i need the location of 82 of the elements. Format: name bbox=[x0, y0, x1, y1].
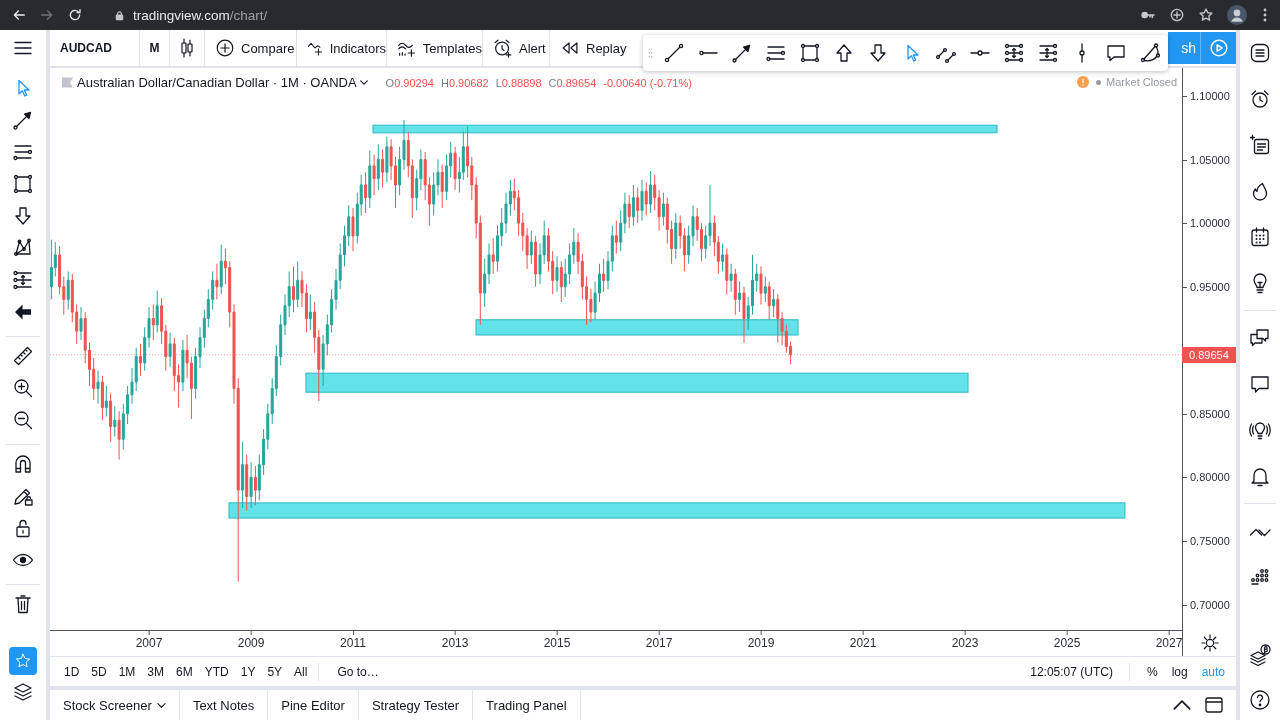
zoom-out-icon[interactable] bbox=[11, 408, 35, 432]
level-lines-icon[interactable] bbox=[1002, 41, 1026, 65]
clock-text: 12:05:07 (UTC) bbox=[1030, 664, 1113, 679]
axis-label: 2011 bbox=[340, 631, 366, 650]
change-value: -0.00640 (-0.71%) bbox=[603, 76, 692, 89]
reload-icon[interactable] bbox=[67, 7, 83, 23]
caret-down-icon[interactable] bbox=[359, 80, 368, 85]
range-button[interactable]: 1D bbox=[58, 657, 86, 686]
axis-label: 2021 bbox=[849, 631, 877, 650]
back-icon[interactable] bbox=[11, 7, 27, 23]
axis-label: 0.70000 bbox=[1183, 597, 1230, 612]
ohlc-value: O0.90294 bbox=[385, 76, 434, 89]
ruler-icon[interactable] bbox=[11, 344, 35, 368]
compare-button[interactable]: Compare bbox=[205, 30, 297, 66]
axis-label: 1.00000 bbox=[1183, 216, 1230, 231]
range-button[interactable]: 1M bbox=[112, 657, 142, 686]
range-button[interactable]: 3M bbox=[141, 657, 171, 686]
list-icon[interactable] bbox=[1248, 41, 1272, 65]
play-icon[interactable] bbox=[1200, 32, 1236, 64]
axis-label: 2015 bbox=[543, 631, 571, 650]
templates-button[interactable]: Templates bbox=[387, 30, 483, 66]
alarm-plus-icon bbox=[492, 37, 514, 59]
axis-label: 2013 bbox=[441, 631, 469, 650]
calendar-icon[interactable] bbox=[1248, 225, 1272, 249]
padlock-icon bbox=[114, 9, 125, 21]
symbol-title[interactable]: Australian Dollar/Canadian Dollar · 1M · OANDA bbox=[77, 75, 357, 90]
axis-label: 2027 bbox=[1155, 631, 1183, 650]
market-status: Market Closed bbox=[1106, 76, 1177, 88]
panel-tab[interactable]: Trading Panel bbox=[473, 690, 581, 720]
line-segment-icon[interactable] bbox=[662, 41, 686, 65]
avatar-icon[interactable] bbox=[1227, 5, 1247, 25]
axis-label: 2007 bbox=[135, 631, 163, 650]
axis-label: 2017 bbox=[645, 631, 673, 650]
range-button[interactable]: 1Y bbox=[234, 657, 262, 686]
axis-label: 0.80000 bbox=[1183, 470, 1230, 485]
url-text[interactable]: tradingview.com/chart/ bbox=[133, 7, 268, 23]
star-icon[interactable] bbox=[1198, 7, 1214, 23]
axis-label: 2019 bbox=[747, 631, 775, 650]
caret-down-icon[interactable] bbox=[156, 702, 166, 708]
panel-tab[interactable]: Pine Editor bbox=[268, 690, 359, 720]
alert-button[interactable]: Alert bbox=[483, 30, 550, 66]
ohlc-value: C0.89654 bbox=[548, 76, 597, 89]
range-button[interactable]: 6M bbox=[170, 657, 199, 686]
axis-label: 0.85000 bbox=[1183, 406, 1230, 421]
ohlc-value: L0.88898 bbox=[495, 76, 542, 89]
scale-toggle[interactable]: log bbox=[1164, 657, 1195, 686]
scale-toggle[interactable]: % bbox=[1139, 657, 1165, 686]
zoom-in-icon[interactable] bbox=[11, 376, 35, 400]
symbol-button[interactable]: AUDCAD bbox=[50, 30, 140, 66]
plus-circle-icon[interactable] bbox=[1169, 7, 1185, 23]
indicators-button[interactable]: Indicators bbox=[297, 30, 387, 66]
axis-label: 2023 bbox=[951, 631, 979, 650]
curve-icon[interactable] bbox=[1138, 41, 1162, 65]
document-sparkle-icon[interactable] bbox=[1248, 133, 1272, 157]
range-button[interactable]: 5Y bbox=[261, 657, 289, 686]
axis-label: 2025 bbox=[1053, 631, 1081, 650]
caret-up-icon[interactable] bbox=[1173, 697, 1191, 713]
axis-label: 1.05000 bbox=[1183, 152, 1230, 167]
axis-label: 0.75000 bbox=[1183, 534, 1230, 548]
flag-icon bbox=[62, 77, 73, 88]
window-icon[interactable] bbox=[1205, 697, 1223, 713]
axis-label: 2009 bbox=[237, 631, 265, 650]
help-icon[interactable] bbox=[1248, 688, 1272, 712]
go-to-button[interactable]: Go to… bbox=[331, 657, 385, 686]
range-button[interactable]: 5D bbox=[85, 657, 113, 686]
plus-circle-icon bbox=[214, 37, 236, 59]
interval-button[interactable]: M bbox=[140, 30, 170, 66]
replay-button[interactable]: Replay bbox=[550, 30, 640, 66]
range-button[interactable]: YTD bbox=[198, 657, 235, 686]
status-dot-icon bbox=[1096, 79, 1102, 85]
layers-badge-icon[interactable] bbox=[1248, 643, 1272, 667]
ohlc-value: H0.90682 bbox=[440, 76, 489, 89]
axis-label: 1.10000 bbox=[1183, 88, 1230, 103]
range-button[interactable]: All bbox=[288, 657, 314, 686]
grip-icon[interactable] bbox=[648, 47, 653, 59]
alarm-clock-icon[interactable] bbox=[1248, 87, 1272, 111]
panel-tab[interactable]: Stock Screener bbox=[50, 690, 180, 720]
axis-label: 0.95000 bbox=[1183, 279, 1230, 294]
panel-tab[interactable]: Text Notes bbox=[179, 690, 269, 720]
price-label: 0.89654 bbox=[1182, 346, 1236, 363]
settings-icon[interactable] bbox=[1200, 634, 1219, 652]
panel-tab[interactable]: Strategy Tester bbox=[358, 690, 474, 720]
